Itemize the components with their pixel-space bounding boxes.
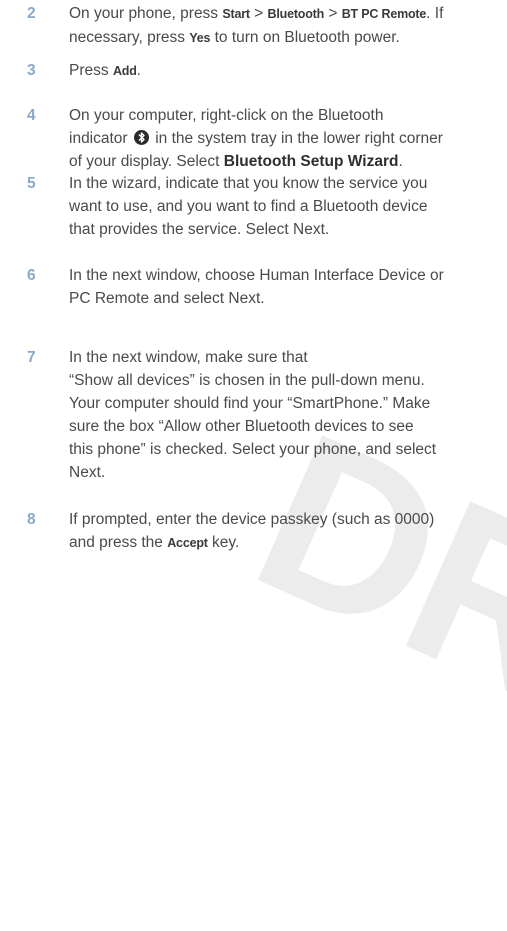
text-run: .	[398, 153, 403, 170]
key-label: Add	[112, 64, 137, 78]
text-run: >	[324, 5, 342, 22]
step-number: 3	[27, 62, 36, 79]
step-text: On your computer, right-click on the Blu…	[69, 104, 501, 173]
text-run: necessary, press	[69, 29, 190, 46]
step-text: If prompted, enter the device passkey (s…	[69, 508, 501, 555]
text-line: want to use, and you want to find a Blue…	[69, 195, 501, 218]
text-run: “Show all devices” is chosen in the pull…	[69, 372, 425, 389]
bluetooth-icon	[133, 130, 149, 145]
text-run: to turn on Bluetooth power.	[210, 29, 400, 46]
text-run: On your computer, right-click on the Blu…	[69, 107, 384, 124]
text-line: In the wizard, indicate that you know th…	[69, 172, 501, 195]
text-run: In the next window, choose Human Interfa…	[69, 267, 444, 284]
text-line: In the next window, make sure that	[69, 346, 501, 369]
text-run: >	[249, 5, 268, 22]
text-run: indicator	[69, 130, 132, 147]
step-text: On your phone, press Start > Bluetooth >…	[69, 2, 501, 50]
step-number: 8	[27, 511, 36, 528]
text-run: PC Remote and select Next.	[69, 290, 265, 307]
text-run: Next.	[69, 464, 106, 481]
text-run: key.	[207, 534, 240, 551]
step-number: 5	[27, 175, 36, 192]
bold-label: Bluetooth Setup Wizard	[223, 153, 399, 170]
step-text: In the wizard, indicate that you know th…	[69, 172, 501, 241]
key-label: BT PC Remote	[341, 7, 427, 21]
text-run: sure the box “Allow other Bluetooth devi…	[69, 418, 414, 435]
text-line: On your phone, press Start > Bluetooth >…	[69, 2, 501, 26]
text-line: On your computer, right-click on the Blu…	[69, 104, 501, 127]
key-label: Bluetooth	[267, 7, 325, 21]
step-number: 2	[27, 5, 36, 22]
key-label: Start	[222, 7, 250, 21]
text-line: this phone” is checked. Select your phon…	[69, 438, 501, 461]
text-run: .	[136, 62, 141, 79]
text-line: PC Remote and select Next.	[69, 287, 501, 310]
step-text: In the next window, choose Human Interfa…	[69, 264, 501, 310]
text-line: necessary, press Yes to turn on Bluetoot…	[69, 26, 501, 50]
text-run: that provides the service. Select Next.	[69, 221, 330, 238]
text-run: In the next window, make sure that	[69, 349, 308, 366]
text-line: In the next window, choose Human Interfa…	[69, 264, 501, 287]
text-run: and press the	[69, 534, 168, 551]
text-run: this phone” is checked. Select your phon…	[69, 441, 437, 458]
text-line: Press Add.	[69, 59, 501, 83]
text-line: Next.	[69, 461, 501, 484]
text-line: that provides the service. Select Next.	[69, 218, 501, 241]
step-number: 4	[27, 107, 36, 124]
text-run: in the system tray in the lower right co…	[150, 130, 443, 147]
text-run: On your phone, press	[69, 5, 223, 22]
text-run: of your display. Select	[69, 153, 224, 170]
text-line: “Show all devices” is chosen in the pull…	[69, 369, 501, 392]
step-text: Press Add.	[69, 59, 501, 83]
text-line: indicator in the system tray in the lowe…	[69, 127, 501, 150]
text-line: of your display. Select Bluetooth Setup …	[69, 150, 501, 173]
step-number: 6	[27, 267, 36, 284]
text-run: want to use, and you want to find a Blue…	[69, 198, 428, 215]
text-run: In the wizard, indicate that you know th…	[69, 175, 428, 192]
step-text: In the next window, make sure that “Show …	[69, 346, 501, 484]
text-run: If prompted, enter the device passkey (s…	[69, 511, 435, 528]
text-line: If prompted, enter the device passkey (s…	[69, 508, 501, 531]
text-run: Your computer should find your “SmartPho…	[69, 395, 431, 412]
text-run: Press	[69, 62, 113, 79]
key-label: Accept	[167, 536, 208, 550]
text-line: Your computer should find your “SmartPho…	[69, 392, 501, 415]
step-number: 7	[27, 349, 36, 366]
text-run: . If	[426, 5, 444, 22]
text-line: sure the box “Allow other Bluetooth devi…	[69, 415, 501, 438]
text-line: and press the Accept key.	[69, 531, 501, 555]
key-label: Yes	[189, 31, 211, 45]
